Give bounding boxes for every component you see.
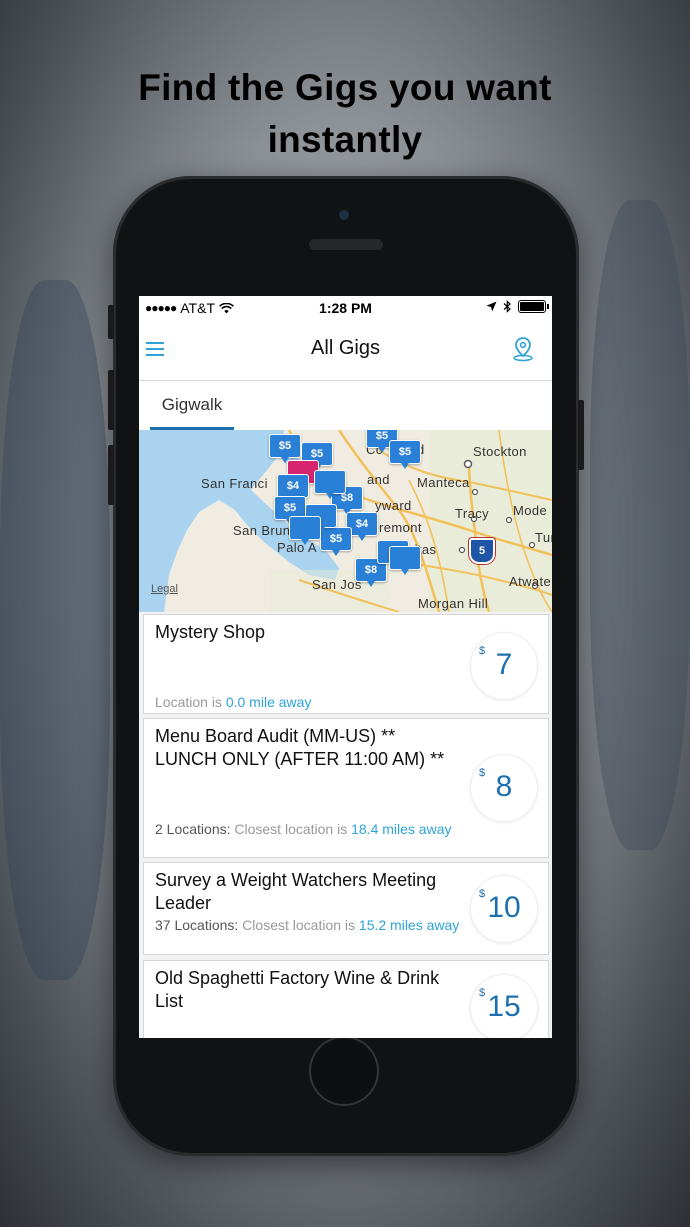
- gig-map[interactable]: 5 Stockton San Franci and Manteca yward …: [139, 430, 552, 612]
- status-bar: ●●●●● AT&T 1:28 PM: [139, 296, 552, 320]
- map-label: and: [367, 472, 390, 487]
- gig-price-badge: $ 7: [471, 633, 537, 699]
- gig-location: 2 Locations: Closest location is 18.4 mi…: [155, 821, 452, 837]
- gig-price: 15: [487, 990, 521, 1023]
- gig-list-item[interactable]: Old Spaghetti Factory Wine & Drink List …: [143, 960, 549, 1038]
- gig-price: 10: [487, 891, 521, 924]
- gig-title: Old Spaghetti Factory Wine & Drink List: [155, 968, 440, 1011]
- gig-list-item[interactable]: Survey a Weight Watchers Meeting Leader …: [143, 862, 549, 955]
- gig-price-badge: $ 10: [471, 876, 537, 942]
- tab-bar: Gigwalk: [139, 381, 552, 430]
- gig-list-item[interactable]: Mystery Shop Location is 0.0 mile away $…: [143, 614, 549, 714]
- headline: Find the Gigs you want instantly: [0, 62, 690, 166]
- earpiece-speaker: [309, 239, 383, 250]
- gig-price: 8: [495, 770, 513, 803]
- home-button[interactable]: [309, 1036, 379, 1106]
- tab-gigwalk[interactable]: Gigwalk: [150, 381, 234, 430]
- map-pin-icon[interactable]: [512, 336, 534, 367]
- map-label: Tur: [535, 530, 552, 545]
- gig-title: Mystery Shop: [155, 622, 266, 642]
- page-title: All Gigs: [311, 337, 380, 359]
- map-label: Palo A: [277, 540, 317, 555]
- location-arrow-icon: [486, 301, 497, 312]
- gig-list-item[interactable]: Menu Board Audit (MM-US) ** LUNCH ONLY (…: [143, 718, 549, 858]
- gig-title: Survey a Weight Watchers Meeting Leader: [155, 870, 437, 913]
- side-button[interactable]: [108, 305, 114, 339]
- gig-price: 7: [495, 648, 513, 681]
- map-label: Tracy: [455, 506, 490, 521]
- map-label: Morgan Hill: [418, 596, 489, 611]
- map-legal-link[interactable]: Legal: [151, 583, 178, 595]
- headline-line1: Find the Gigs you want: [138, 67, 552, 108]
- map-label: yward: [375, 498, 412, 513]
- volume-down-button[interactable]: [108, 445, 114, 505]
- bluetooth-icon: [503, 300, 511, 313]
- map-label: Mode: [513, 503, 548, 518]
- front-camera: [339, 210, 349, 220]
- gig-marker[interactable]: [389, 546, 421, 575]
- gig-marker[interactable]: [289, 516, 321, 545]
- highway-shield: 5: [469, 538, 495, 564]
- background-blur: [590, 200, 690, 850]
- map-label: San Franci: [201, 476, 268, 491]
- gig-price-badge: $ 15: [471, 975, 537, 1038]
- map-label: remont: [379, 520, 422, 535]
- gig-marker[interactable]: $5: [389, 440, 421, 469]
- volume-up-button[interactable]: [108, 370, 114, 430]
- battery-icon: [518, 300, 549, 313]
- map-label: Atwate: [509, 574, 552, 589]
- headline-line2: instantly: [267, 119, 423, 160]
- gig-marker[interactable]: $4: [277, 474, 309, 503]
- tab-label: Gigwalk: [161, 395, 223, 414]
- power-button[interactable]: [578, 400, 584, 470]
- map-label: Stockton: [473, 444, 527, 459]
- map-label: Manteca: [417, 475, 470, 490]
- gig-title: Menu Board Audit (MM-US) ** LUNCH ONLY (…: [155, 726, 445, 769]
- gig-price-badge: $ 8: [471, 755, 537, 821]
- background-blur: [0, 280, 110, 980]
- gig-marker[interactable]: $5: [269, 434, 301, 463]
- app-screen: ●●●●● AT&T 1:28 PM All Gigs Gigwalk 5 St…: [139, 296, 552, 1038]
- gig-location: Location is 0.0 mile away: [155, 694, 312, 710]
- nav-bar: All Gigs: [139, 320, 552, 381]
- gig-location: 37 Locations: Closest location is 15.2 m…: [155, 917, 460, 933]
- gig-marker[interactable]: [314, 470, 346, 499]
